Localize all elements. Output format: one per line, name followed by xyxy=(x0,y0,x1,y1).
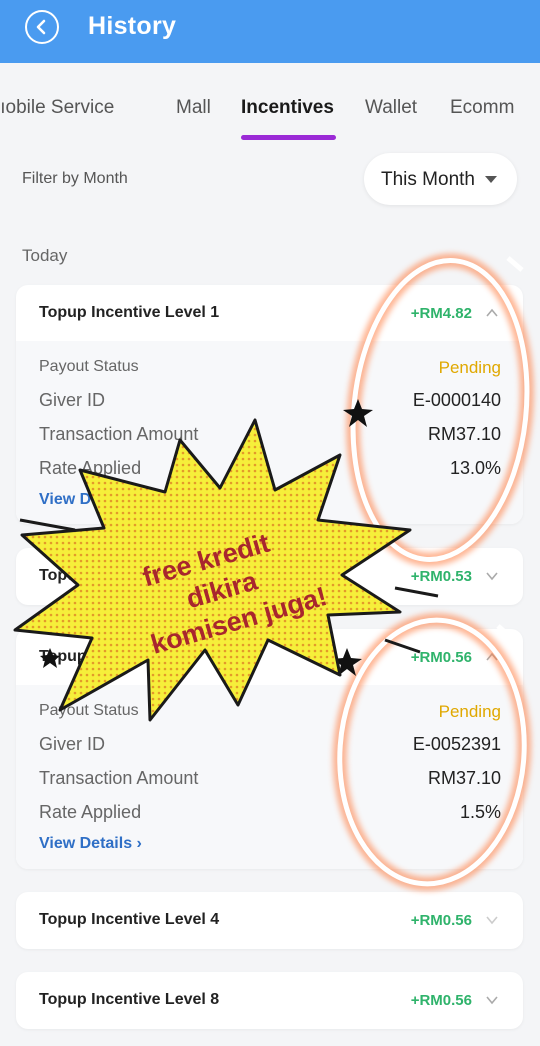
rate-applied-label: Rate Applied xyxy=(39,802,142,822)
category-tabs: ’ıobile Service Mall Incentives Wallet E… xyxy=(0,63,540,149)
payout-status-value: Pending xyxy=(438,702,501,721)
view-details-label: View Details xyxy=(39,835,133,852)
transaction-amount-label: Transaction Amount xyxy=(39,424,199,444)
chevron-down-icon[interactable] xyxy=(485,913,499,927)
card-header[interactable]: Topup Incentive Level 8 +RM0.56 xyxy=(16,972,523,1028)
incentive-card: Topup Incentive Level 1 +RM4.82 Payout S… xyxy=(16,285,523,524)
card-header[interactable]: Topup Incentive Level 1 +RM4.82 xyxy=(16,285,523,341)
card-amount: +RM4.82 xyxy=(410,305,472,322)
rate-applied-value: 13.0% xyxy=(449,458,501,478)
view-details-link[interactable]: View Deta xyxy=(39,491,114,509)
chevron-up-icon[interactable] xyxy=(485,306,499,320)
rate-applied-value: 1.5% xyxy=(459,802,501,822)
payout-status-value: Pending xyxy=(438,358,501,377)
giver-id-value: E-0052391 xyxy=(412,734,501,754)
card-title: Topup Incentive Level 4 xyxy=(39,911,220,928)
tab-ecommerce[interactable]: Ecomm xyxy=(450,97,514,119)
card-header[interactable]: Topu +RM0.53 xyxy=(16,548,523,604)
month-filter-value: This Month xyxy=(381,169,475,190)
giver-id-label: Giver ID xyxy=(39,390,106,410)
transaction-amount-value: RM37.10 xyxy=(427,768,501,788)
card-details: Payout Status Pending Giver ID E-0052391… xyxy=(16,685,523,869)
incentive-card[interactable]: Topup Incentive Level 8 +RM0.56 xyxy=(16,972,523,1029)
card-header[interactable]: Topup Incentive Level 4 +RM0.56 xyxy=(16,892,523,948)
app-header: History xyxy=(0,0,540,63)
transaction-amount-value: RM37.10 xyxy=(427,424,501,444)
chevron-right-icon: › xyxy=(136,835,142,852)
card-amount: +RM0.53 xyxy=(410,568,472,585)
incentive-card[interactable]: Topu +RM0.53 xyxy=(16,548,523,605)
tab-incentives[interactable]: Incentives xyxy=(241,97,334,119)
card-title: Topu xyxy=(39,567,77,584)
filter-label: Filter by Month xyxy=(22,170,128,187)
card-amount: +RM0.56 xyxy=(410,649,472,666)
active-tab-indicator xyxy=(241,135,336,140)
date-group-label: Today xyxy=(22,246,68,265)
giver-id-label: Giver ID xyxy=(39,734,106,754)
chevron-down-icon[interactable] xyxy=(485,993,499,1007)
payout-status-label: Payout Status xyxy=(39,702,139,719)
giver-id-value: E-0000140 xyxy=(412,390,501,410)
caret-down-icon xyxy=(485,176,497,183)
chevron-up-icon[interactable] xyxy=(485,650,499,664)
card-title: Topup Incentive Level 8 xyxy=(39,991,220,1008)
card-title: Topup xyxy=(39,648,87,665)
rate-applied-label: Rate Applied xyxy=(39,458,142,478)
chevron-down-icon[interactable] xyxy=(485,569,499,583)
tab-mall[interactable]: Mall xyxy=(176,97,211,119)
payout-status-label: Payout Status xyxy=(39,358,139,375)
card-details: Payout Status Pending Giver ID E-0000140… xyxy=(16,341,523,524)
transaction-amount-label: Transaction Amount xyxy=(39,768,199,788)
card-header[interactable]: Topup +RM0.56 xyxy=(16,629,523,685)
incentive-card: Topup +RM0.56 Payout Status Pending Give… xyxy=(16,629,523,869)
card-amount: +RM0.56 xyxy=(410,912,472,929)
incentive-card[interactable]: Topup Incentive Level 4 +RM0.56 xyxy=(16,892,523,949)
card-amount: +RM0.56 xyxy=(410,992,472,1009)
tab-wallet[interactable]: Wallet xyxy=(365,97,417,119)
tab-mobile-service[interactable]: ’ıobile Service xyxy=(0,97,114,119)
page-title: History xyxy=(88,12,177,40)
month-filter-select[interactable]: This Month xyxy=(364,153,517,205)
card-title: Topup Incentive Level 1 xyxy=(39,304,220,321)
back-arrow-icon[interactable] xyxy=(25,10,59,44)
view-details-link[interactable]: View Details › xyxy=(39,835,142,853)
